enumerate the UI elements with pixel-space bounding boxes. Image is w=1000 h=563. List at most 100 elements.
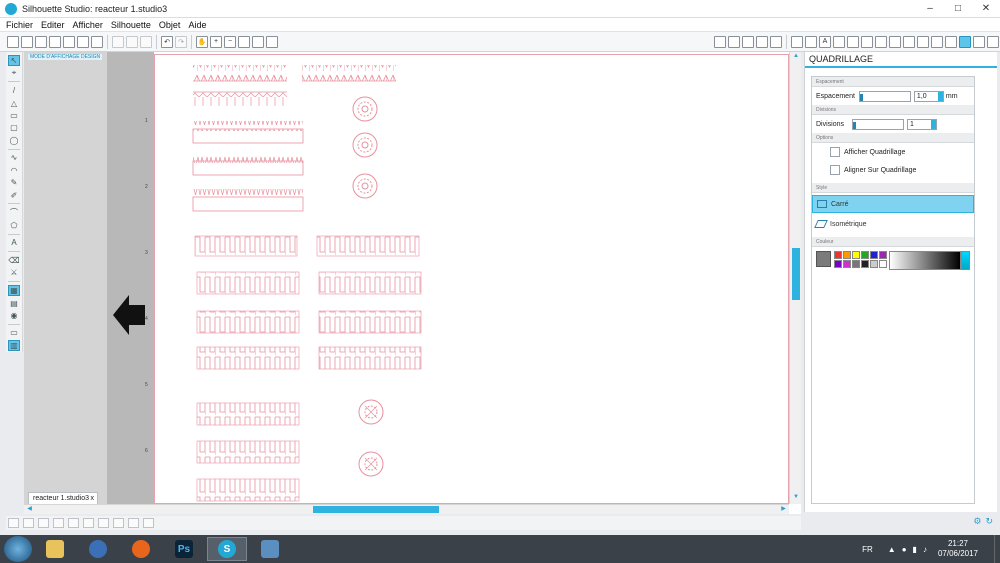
color-swatch[interactable]: [833, 251, 842, 259]
clock[interactable]: 21:27 07/06/2017: [938, 539, 978, 559]
smooth-line-icon[interactable]: ⌒: [8, 207, 20, 218]
text-tool-icon[interactable]: A: [8, 238, 20, 248]
zoom-out-icon[interactable]: −: [224, 35, 236, 48]
minimize-button[interactable]: –: [916, 0, 944, 16]
square-wave-block[interactable]: [196, 402, 300, 426]
taskbar-window[interactable]: [250, 537, 290, 561]
comb-strip[interactable]: [193, 91, 287, 106]
divisions-input[interactable]: 1: [907, 118, 938, 130]
canvas-area[interactable]: MODE D'AFFICHAGE DESIGN 1 2 3 4 5 6 reac…: [24, 52, 801, 514]
freehand-tool-icon[interactable]: ✎: [8, 178, 20, 188]
shape-tool-icon[interactable]: ⬠: [8, 220, 20, 230]
horizontal-scroll-thumb[interactable]: [313, 506, 439, 513]
cut-settings-icon[interactable]: [770, 35, 782, 48]
modify-icon[interactable]: [861, 35, 873, 48]
menu-aide[interactable]: Aide: [188, 20, 206, 30]
color-swatch[interactable]: [869, 260, 878, 268]
color-swatch[interactable]: [833, 260, 842, 268]
tray-arrow-icon[interactable]: ▲: [888, 545, 896, 554]
save-icon[interactable]: [49, 35, 61, 48]
replicate-icon[interactable]: [847, 35, 859, 48]
page-view-icon[interactable]: ▭: [8, 328, 20, 338]
color-swatch[interactable]: [869, 251, 878, 259]
taskbar-thunderbird[interactable]: [78, 537, 118, 561]
page-setup-icon[interactable]: [714, 35, 726, 48]
knife-tool-icon[interactable]: ⚔: [8, 267, 20, 277]
color-swatch[interactable]: [860, 251, 869, 259]
duplicate-icon[interactable]: [68, 518, 79, 528]
align-icon[interactable]: [889, 35, 901, 48]
new-file-icon[interactable]: [7, 35, 19, 48]
horizontal-scrollbar[interactable]: ◀ ▶: [24, 504, 789, 514]
rounded-rect-tool-icon[interactable]: ▢: [8, 123, 20, 133]
hue-slider[interactable]: [960, 251, 970, 270]
vertical-scrollbar[interactable]: ▲ ▼: [789, 52, 801, 504]
zoom-select-icon[interactable]: [238, 35, 250, 48]
square-wave-block[interactable]: [318, 346, 422, 370]
start-button-icon[interactable]: [4, 536, 32, 562]
spin-icon[interactable]: [931, 119, 937, 129]
rectangle-tool-icon[interactable]: ▭: [8, 110, 20, 120]
copy-icon[interactable]: [126, 35, 138, 48]
design-view-icon[interactable]: ▦: [8, 284, 20, 296]
spacing-slider[interactable]: [858, 90, 911, 102]
group-icon[interactable]: [38, 518, 49, 528]
split-view-icon[interactable]: ▥: [8, 340, 20, 352]
cut-shapes[interactable]: [155, 55, 788, 503]
transform-icon[interactable]: [833, 35, 845, 48]
spin-icon[interactable]: [937, 91, 943, 101]
color-swatch[interactable]: [878, 260, 887, 268]
arc-tool-icon[interactable]: ◠: [8, 165, 20, 175]
square-wave-block[interactable]: [318, 271, 422, 295]
color-swatch[interactable]: [851, 260, 860, 268]
new-document-icon[interactable]: [21, 35, 33, 48]
cut-icon[interactable]: [112, 35, 124, 48]
vertical-scroll-thumb[interactable]: [792, 248, 800, 300]
scroll-right-icon[interactable]: ▶: [779, 505, 788, 514]
library-view-icon[interactable]: ◉: [8, 310, 20, 320]
deselect-icon[interactable]: [23, 518, 34, 528]
delete-icon[interactable]: [83, 518, 94, 528]
store-view-icon[interactable]: ▤: [8, 298, 20, 308]
color-swatch[interactable]: [842, 260, 851, 268]
text-style-icon[interactable]: A: [819, 35, 831, 48]
divisions-slider[interactable]: [852, 118, 905, 130]
color-gradient-picker[interactable]: [888, 251, 961, 270]
color-swatch[interactable]: [860, 260, 869, 268]
color-swatch[interactable]: [842, 251, 851, 259]
eraser-tool-icon[interactable]: ⌫: [8, 255, 20, 265]
close-tab-icon[interactable]: x: [91, 495, 95, 502]
send-back-icon[interactable]: [143, 518, 154, 528]
document-tab[interactable]: reacteur 1.studio3 x: [28, 492, 98, 504]
gear-shape[interactable]: [352, 96, 378, 122]
gear-shape[interactable]: [352, 132, 378, 158]
top-strip-right[interactable]: [302, 65, 396, 82]
design-page[interactable]: [154, 54, 789, 504]
spacing-input[interactable]: 1,0: [913, 90, 944, 102]
release-compound-icon[interactable]: [113, 518, 124, 528]
make-compound-icon[interactable]: [98, 518, 109, 528]
redo-icon[interactable]: ↷: [175, 35, 187, 48]
line-tool-icon[interactable]: /: [8, 85, 20, 95]
print-cut-icon[interactable]: [91, 35, 103, 48]
ellipse-tool-icon[interactable]: ◯: [8, 135, 20, 145]
taskbar-silhouette[interactable]: S: [207, 537, 247, 561]
menu-afficher[interactable]: Afficher: [73, 20, 103, 30]
language-indicator[interactable]: FR: [862, 545, 873, 554]
color-swatch[interactable]: [851, 251, 860, 259]
top-strip-left[interactable]: [193, 65, 287, 82]
square-wave-block[interactable]: [316, 235, 420, 257]
square-wave-block[interactable]: [318, 310, 422, 334]
knife-icon[interactable]: [987, 35, 999, 48]
media-icon[interactable]: [945, 35, 957, 48]
square-wave-block[interactable]: [196, 440, 300, 464]
network-icon[interactable]: ▮: [913, 545, 917, 554]
show-desktop-button[interactable]: [994, 535, 1000, 563]
square-wave-block[interactable]: [194, 235, 298, 257]
line-style-icon[interactable]: [791, 35, 803, 48]
grid-window-icon[interactable]: [728, 35, 740, 48]
comb-bar-1[interactable]: [192, 121, 304, 144]
zoom-in-icon[interactable]: +: [210, 35, 222, 48]
taskbar-explorer[interactable]: [35, 537, 75, 561]
volume-icon[interactable]: ♪: [923, 545, 927, 554]
